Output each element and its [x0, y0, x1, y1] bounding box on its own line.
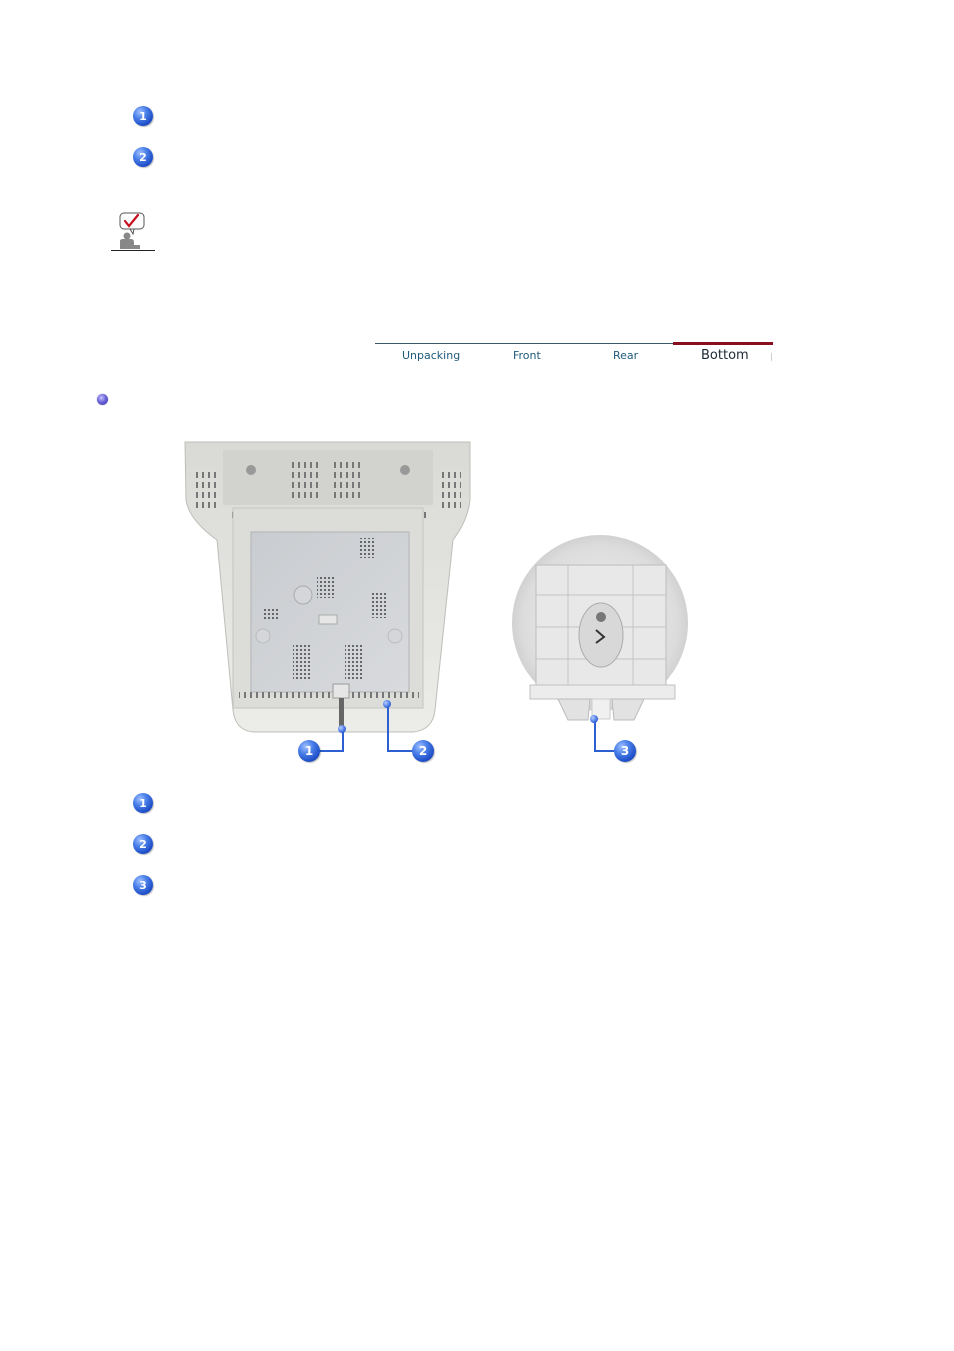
tab-bar-line: [375, 343, 673, 344]
callout-line-1: [342, 732, 344, 751]
badge-number: 1: [304, 744, 314, 758]
monitor-bottom-view-image: [184, 441, 471, 733]
badge-number: 2: [418, 744, 428, 758]
note-icon: [111, 212, 155, 251]
number-badge-1: 1: [133, 106, 153, 126]
number-badge-3: 3: [133, 875, 153, 895]
badge-number: 1: [139, 109, 147, 123]
badge-number: 3: [139, 878, 147, 892]
badge-number: 1: [139, 796, 147, 810]
tab-rear[interactable]: Rear: [613, 349, 638, 362]
callout-badge-1: 1: [298, 740, 320, 762]
badge-number: 2: [139, 837, 147, 851]
number-badge-1: 1: [133, 793, 153, 813]
callout-badge-3: 3: [614, 740, 636, 762]
badge-number: 2: [139, 150, 147, 164]
tab-bottom[interactable]: Bottom: [701, 348, 749, 363]
number-badge-2: 2: [133, 834, 153, 854]
badge-number: 3: [620, 744, 630, 758]
callout-line-3: [594, 722, 596, 751]
tab-separator: [771, 353, 772, 361]
monitor-stand-detail-image: [512, 535, 688, 721]
tab-front[interactable]: Front: [513, 349, 541, 362]
number-badge-2: 2: [133, 147, 153, 167]
tab-unpacking[interactable]: Unpacking: [402, 349, 460, 362]
callout-line-1: [316, 750, 344, 752]
tab-bar: Unpacking Front Rear Bottom: [375, 342, 773, 369]
bullet-sphere-icon: [97, 394, 108, 405]
callout-badge-2: 2: [412, 740, 434, 762]
active-tab-indicator: [673, 342, 773, 345]
callout-line-2: [387, 707, 389, 751]
